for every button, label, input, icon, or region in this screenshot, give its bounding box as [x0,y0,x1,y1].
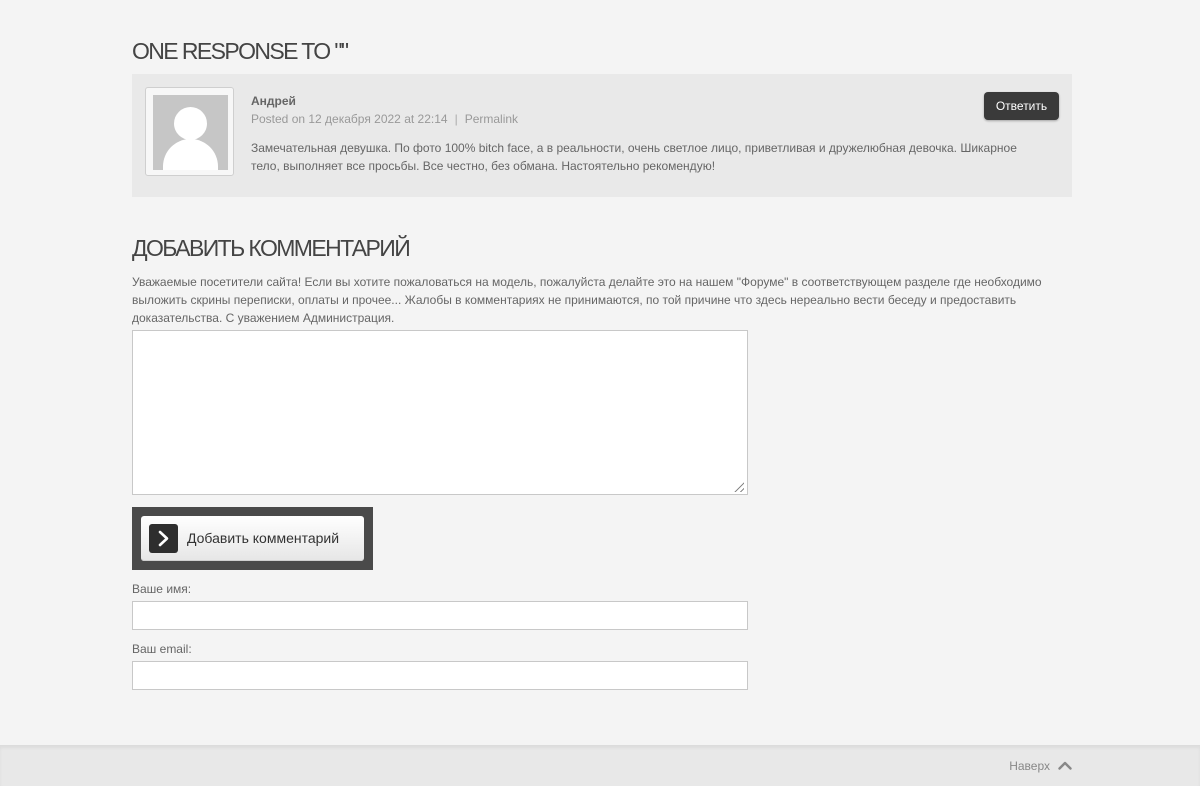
comment-date: Posted on 12 декабря 2022 at 22:14 [251,112,448,126]
email-input[interactable] [132,661,748,690]
submit-comment-button[interactable]: Добавить комментарий [141,516,364,561]
submit-frame: Добавить комментарий [132,507,373,570]
name-label: Ваше имя: [132,582,192,596]
chevron-right-icon [149,524,178,553]
comment-text: Замечательная девушка. По фото 100% bitc… [251,141,1017,173]
comment-textarea[interactable] [132,330,748,495]
email-label: Ваш email: [132,642,192,656]
permalink-link[interactable]: Permalink [465,112,518,126]
submit-comment-label: Добавить комментарий [187,530,340,546]
back-to-top-link[interactable]: Наверх [1009,759,1072,773]
default-user-avatar-icon [153,95,228,170]
meta-separator: | [454,112,458,126]
avatar [145,87,234,176]
name-input[interactable] [132,601,748,630]
add-comment-heading: Добавить комментарий [132,235,411,261]
reply-button[interactable]: Ответить [984,92,1059,120]
comment-meta: Posted on 12 декабря 2022 at 22:14 | Perma… [251,112,518,126]
responses-heading: One Response to "" [132,38,349,64]
back-to-top-label: Наверх [1009,759,1050,773]
comment-author: Андрей [251,94,296,108]
footer-bar: Наверх [0,745,1200,786]
chevron-up-icon [1058,759,1072,773]
comment-item: Андрей Posted on 12 декабря 2022 at 22:1… [132,74,1072,197]
comment-notice: Уважаемые посетители сайта! Если вы хоти… [132,275,1042,325]
